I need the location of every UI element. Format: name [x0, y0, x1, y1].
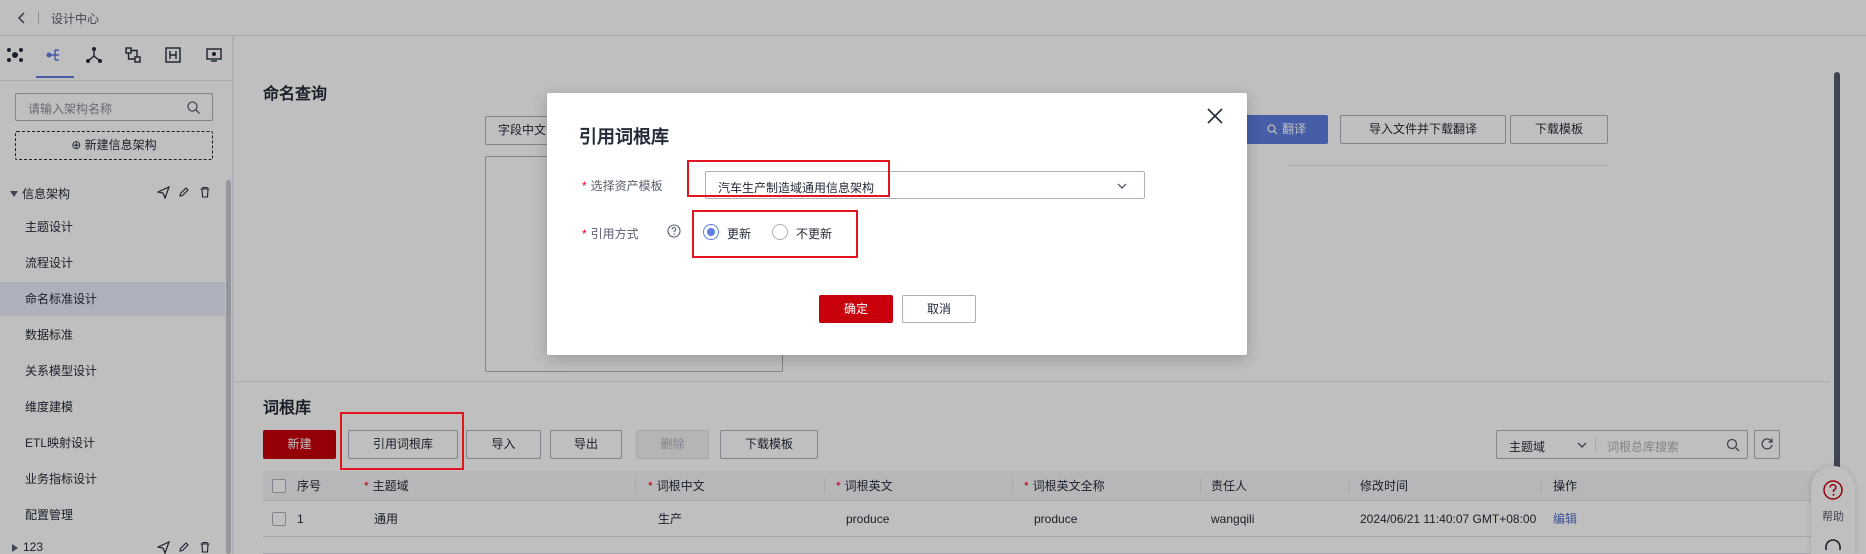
radio-update-label: 更新: [727, 227, 752, 241]
template-label: * 选择资产模板: [582, 179, 663, 193]
close-icon[interactable]: [1206, 107, 1224, 125]
mode-label: * 引用方式: [582, 227, 639, 241]
radio-unselected-icon[interactable]: [772, 224, 788, 240]
radio-no-update[interactable]: 不更新: [772, 223, 852, 241]
confirm-button[interactable]: 确定: [819, 295, 893, 323]
radio-selected-icon[interactable]: [703, 224, 719, 240]
template-select[interactable]: 汽车生产制造域通用信息架构: [705, 171, 1145, 199]
dialog-title: 引用词根库: [579, 127, 669, 147]
template-select-value: 汽车生产制造域通用信息架构: [718, 181, 875, 195]
reference-lexicon-dialog: 引用词根库 * 选择资产模板 汽车生产制造域通用信息架构 * 引用方式 更新 不更新…: [547, 93, 1247, 355]
cancel-button[interactable]: 取消: [902, 295, 976, 323]
radio-no-update-label: 不更新: [796, 227, 833, 241]
required-marker: *: [582, 179, 587, 193]
chevron-down-icon[interactable]: [1116, 181, 1128, 191]
question-icon[interactable]: [667, 224, 681, 238]
required-marker: *: [582, 227, 587, 241]
radio-update[interactable]: 更新: [703, 223, 773, 241]
